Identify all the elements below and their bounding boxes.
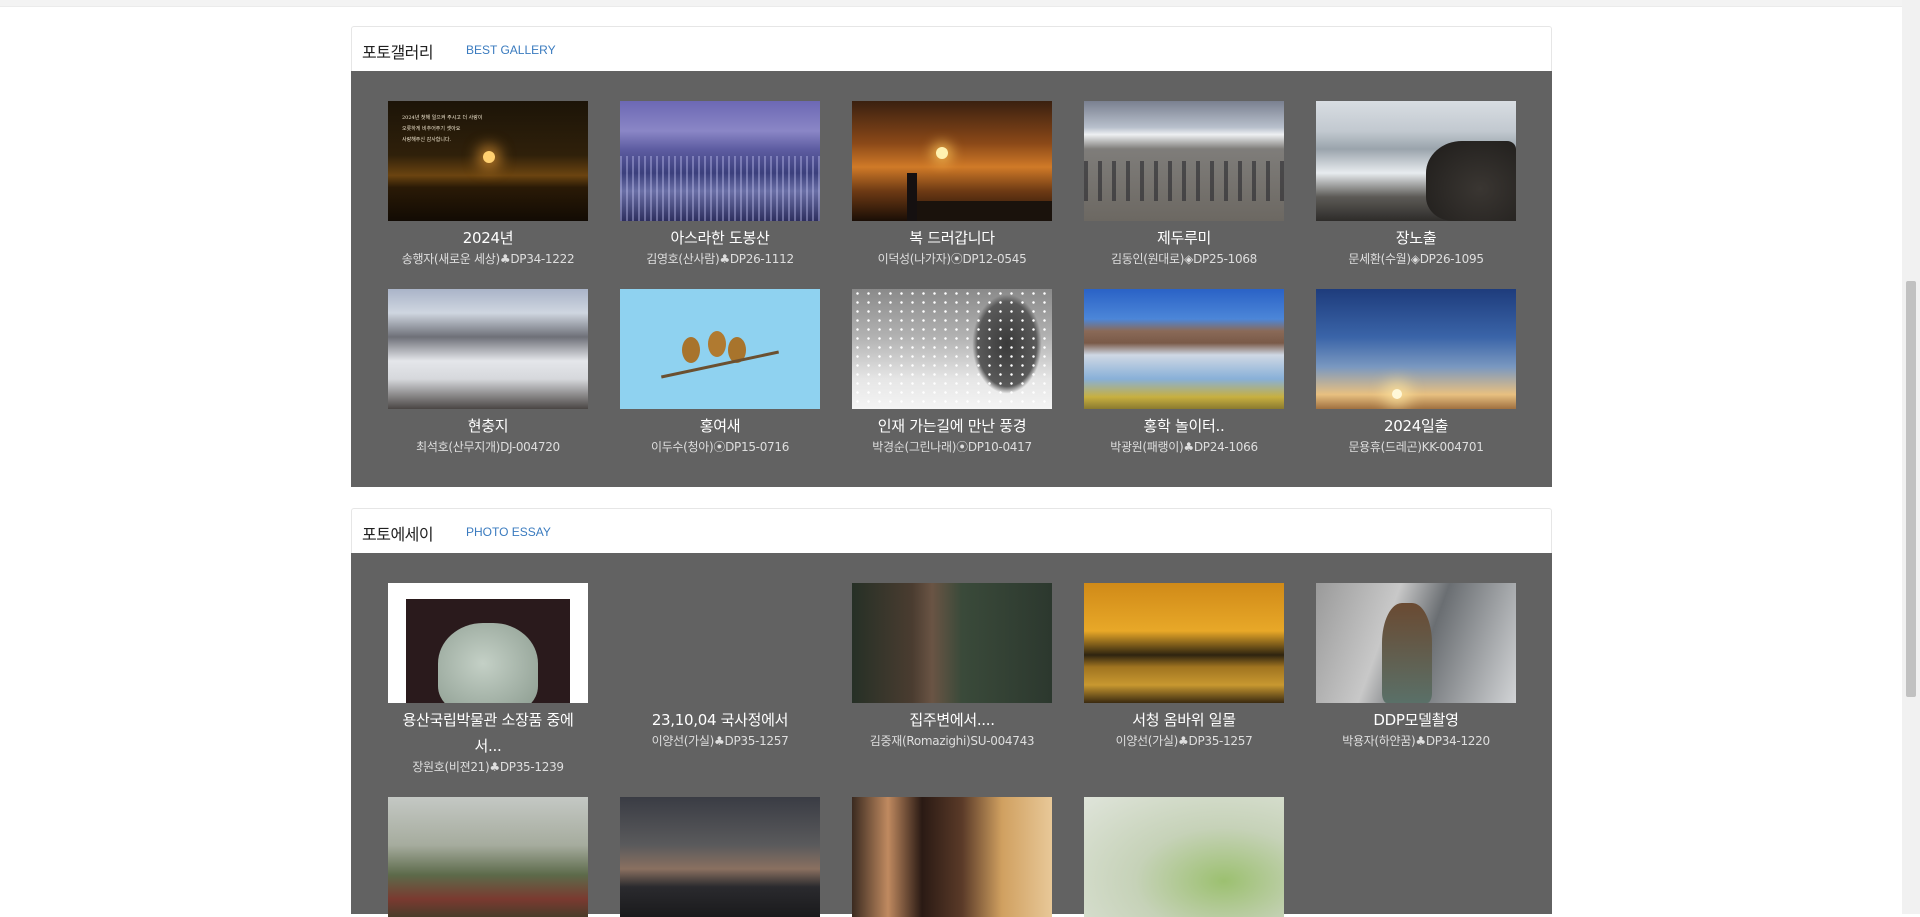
grass-photo[interactable] [1084, 797, 1284, 917]
item-meta: 최석호(산무지개)DJ-004720 [416, 440, 560, 454]
essay-item[interactable] [620, 797, 820, 917]
gallery-item[interactable]: 인재 가는길에 만난 풍경 박경순(그린나래)⦿DP10-0417 [852, 289, 1052, 455]
gallery-subtitle-link[interactable]: BEST GALLERY [466, 43, 556, 57]
gallery-item[interactable]: 제두루미 김동인(원대로)◈DP25-1068 [1084, 101, 1284, 267]
essay-subtitle-link[interactable]: PHOTO ESSAY [466, 525, 551, 539]
essay-item[interactable] [388, 797, 588, 917]
item-caption[interactable]: 장노출 [1316, 225, 1516, 251]
item-caption[interactable]: 홍학 놀이터.. [1084, 413, 1284, 439]
gallery-section: 포토갤러리 BEST GALLERY 2024년 첫해 일으켜 주시고 더 사랑… [351, 26, 1552, 487]
celadon-jar-photo[interactable] [388, 583, 588, 703]
sunset-text-photo[interactable]: 2024년 첫해 일으켜 주시고 더 사랑이 오롯하게 비추어주기 셋아요 사랑… [388, 101, 588, 221]
item-caption[interactable]: DDP모델촬영 [1316, 707, 1516, 733]
women-portrait-photo[interactable] [852, 797, 1052, 917]
snow-pond-photo[interactable] [388, 289, 588, 409]
essay-item[interactable]: 23,10,04 국사정에서 이양선(가실)♣DP35-1257 [620, 583, 820, 749]
flamingo-lake-photo[interactable] [1084, 289, 1284, 409]
gallery-title: 포토갤러리 [362, 43, 434, 62]
essay-item[interactable]: 집주변에서.... 김중재(Romazighi)SU-004743 [852, 583, 1052, 749]
item-caption[interactable]: 복 드러갑니다 [852, 225, 1052, 251]
gallery-item[interactable]: 장노출 문세환(수월)◈DP26-1095 [1316, 101, 1516, 267]
cranes-photo[interactable] [1084, 101, 1284, 221]
item-caption[interactable]: 집주변에서.... [852, 707, 1052, 733]
item-meta: 문용휴(드레곤)KK-004701 [1348, 440, 1484, 454]
item-meta: 이두수(청아)⦿DP15-0716 [650, 440, 790, 454]
item-meta: 박광원(패랭이)♣DP24-1066 [1110, 440, 1258, 454]
model-photo[interactable] [1316, 583, 1516, 703]
item-caption[interactable]: 서청 옴바위 일몰 [1084, 707, 1284, 733]
item-meta: 송행자(새로운 세상)♣DP34-1222 [401, 252, 575, 266]
essay-item[interactable] [1084, 797, 1284, 917]
item-caption[interactable]: 용산국립박물관 소장품 중에 서... [388, 707, 588, 759]
birds-branch-photo[interactable] [620, 289, 820, 409]
essay-title: 포토에세이 [362, 525, 434, 544]
seascape-photo[interactable] [1316, 101, 1516, 221]
gallery-item[interactable]: 2024년 첫해 일으켜 주시고 더 사랑이 오롯하게 비추어주기 셋아요 사랑… [388, 101, 588, 267]
item-meta: 문세환(수월)◈DP26-1095 [1348, 252, 1484, 266]
essay-header: 포토에세이 PHOTO ESSAY [351, 508, 1552, 553]
item-meta: 김동인(원대로)◈DP25-1068 [1110, 252, 1258, 266]
gallery-item[interactable]: 복 드러갑니다 이덕성(나가자)⦿DP12-0545 [852, 101, 1052, 267]
item-caption[interactable]: 현충지 [388, 413, 588, 439]
dusk-sky-photo[interactable] [620, 797, 820, 917]
gallery-header: 포토갤러리 BEST GALLERY [351, 26, 1552, 71]
snowfall-photo[interactable] [852, 289, 1052, 409]
gallery-item[interactable]: 현충지 최석호(산무지개)DJ-004720 [388, 289, 588, 455]
city-night-photo[interactable] [620, 101, 820, 221]
gallery-item[interactable]: 2024일출 문용휴(드레곤)KK-004701 [1316, 289, 1516, 455]
forest-photo[interactable] [852, 583, 1052, 703]
item-caption[interactable]: 인재 가는길에 만난 풍경 [852, 413, 1052, 439]
gallery-item[interactable]: 홍여새 이두수(청아)⦿DP15-0716 [620, 289, 820, 455]
gallery-item[interactable]: 아스라한 도봉산 김영호(산사람)♣DP26-1112 [620, 101, 820, 267]
item-meta: 이양선(가실)♣DP35-1257 [1115, 734, 1253, 748]
gallery-item[interactable]: 홍학 놀이터.. 박광원(패랭이)♣DP24-1066 [1084, 289, 1284, 455]
item-caption[interactable]: 23,10,04 국사정에서 [620, 707, 820, 733]
item-caption[interactable]: 아스라한 도봉산 [620, 225, 820, 251]
top-bar [0, 0, 1902, 7]
sea-sunset-photo[interactable] [1084, 583, 1284, 703]
item-caption[interactable]: 홍여새 [620, 413, 820, 439]
essay-item[interactable]: 서청 옴바위 일몰 이양선(가실)♣DP35-1257 [1084, 583, 1284, 749]
foggy-field-photo[interactable] [388, 797, 588, 917]
gallery-body: 2024년 첫해 일으켜 주시고 더 사랑이 오롯하게 비추어주기 셋아요 사랑… [351, 71, 1552, 487]
item-caption[interactable]: 제두루미 [1084, 225, 1284, 251]
item-meta: 김영호(산사람)♣DP26-1112 [646, 252, 794, 266]
photo-overlay-text: 2024년 첫해 일으켜 주시고 더 사랑이 오롯하게 비추어주기 셋아요 사랑… [402, 115, 483, 143]
empty-photo[interactable] [620, 583, 820, 703]
essay-section: 포토에세이 PHOTO ESSAY 용산국립박물관 소장품 중에 서... 장원… [351, 508, 1552, 917]
sunrise-sky-photo[interactable] [1316, 289, 1516, 409]
lighthouse-sunrise-photo[interactable] [852, 101, 1052, 221]
item-caption[interactable]: 2024일출 [1316, 413, 1516, 439]
essay-body: 용산국립박물관 소장품 중에 서... 장원호(비젼21)♣DP35-1239 … [351, 553, 1552, 917]
item-meta: 김중재(Romazighi)SU-004743 [869, 734, 1035, 748]
item-meta: 장원호(비젼21)♣DP35-1239 [412, 760, 564, 774]
scrollbar-track[interactable] [1902, 0, 1920, 914]
item-meta: 박용자(하얀꿈)♣DP34-1220 [1342, 734, 1490, 748]
item-caption[interactable]: 2024년 [388, 225, 588, 251]
essay-item[interactable]: 용산국립박물관 소장품 중에 서... 장원호(비젼21)♣DP35-1239 [388, 583, 588, 775]
scrollbar-thumb[interactable] [1906, 281, 1916, 697]
item-meta: 이덕성(나가자)⦿DP12-0545 [877, 252, 1027, 266]
item-meta: 이양선(가실)♣DP35-1257 [651, 734, 789, 748]
item-meta: 박경순(그린나래)⦿DP10-0417 [872, 440, 1032, 454]
essay-item[interactable]: DDP모델촬영 박용자(하얀꿈)♣DP34-1220 [1316, 583, 1516, 749]
essay-item[interactable] [852, 797, 1052, 917]
